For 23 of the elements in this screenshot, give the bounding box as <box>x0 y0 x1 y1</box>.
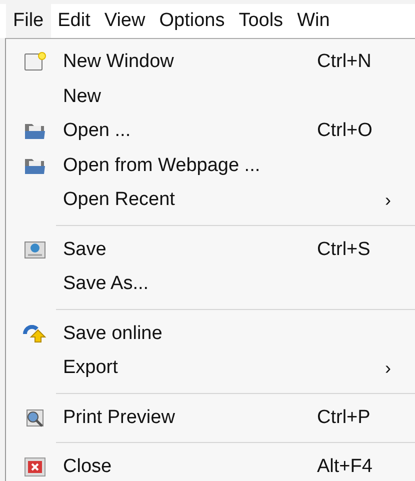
menu-item[interactable]: Print Preview Ctrl+P <box>6 400 415 435</box>
menu-bar-item[interactable]: Tools <box>232 4 290 38</box>
menu-item[interactable]: Export › <box>6 351 415 386</box>
blank-page-icon <box>24 52 46 72</box>
menu-bar-item[interactable]: File <box>6 4 51 38</box>
menu-item[interactable]: Close Alt+F4 <box>6 450 415 481</box>
menu-item[interactable]: Save As... <box>6 267 415 302</box>
folder-icon <box>24 156 46 175</box>
menu-item[interactable]: Open from Webpage ... <box>6 148 415 183</box>
menu-item[interactable]: New Window Ctrl+N <box>6 45 415 80</box>
upload-arrow-icon <box>22 324 46 343</box>
menu-item[interactable]: Save Ctrl+S <box>6 232 415 267</box>
folder-icon <box>24 122 46 140</box>
menu-bar-item[interactable]: View <box>97 4 152 38</box>
menu-item[interactable]: Save online <box>6 316 415 351</box>
menu-item[interactable]: Open Recent › <box>6 183 415 218</box>
menu-bar-item[interactable]: Options <box>152 4 232 38</box>
close-icon <box>24 457 46 478</box>
menu-bar-item[interactable]: Edit <box>50 4 98 38</box>
menu-bar-item[interactable]: Win <box>290 4 337 38</box>
menu-item[interactable]: New <box>6 80 415 114</box>
menu-item[interactable]: Open ... Ctrl+O <box>6 114 415 148</box>
magnifier-page-icon <box>24 408 46 428</box>
